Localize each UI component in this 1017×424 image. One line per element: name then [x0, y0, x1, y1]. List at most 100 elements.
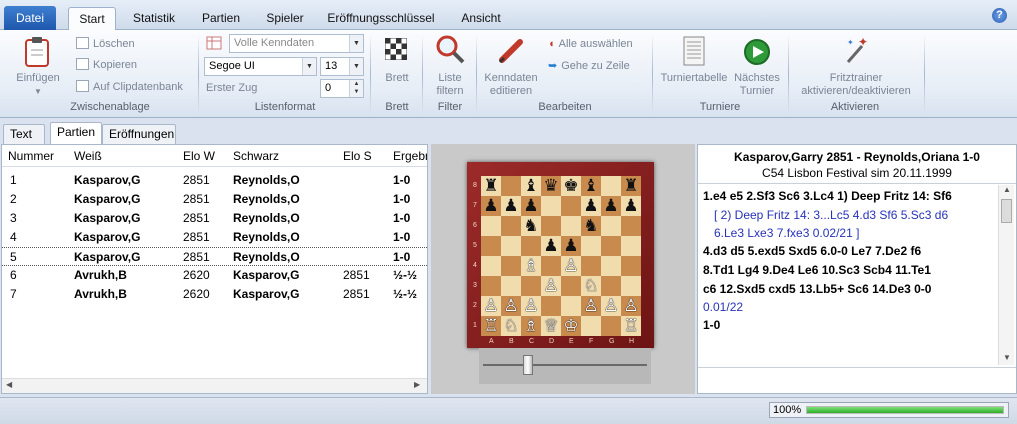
- board-square[interactable]: ♙: [501, 296, 521, 316]
- board-square[interactable]: ♟: [561, 236, 581, 256]
- board-square[interactable]: [601, 176, 621, 196]
- board-square[interactable]: ♗: [521, 316, 541, 336]
- tab-statistik[interactable]: Statistik: [124, 7, 184, 30]
- table-row[interactable]: 7 Avrukh,B 2620 Kasparov,G 2851 ½-½: [2, 285, 427, 304]
- chess-piece-icon[interactable]: ♙: [563, 256, 578, 276]
- table-row[interactable]: 5 Kasparov,G 2851 Reynolds,O 1-0: [2, 247, 427, 266]
- file-menu-button[interactable]: Datei: [4, 6, 56, 30]
- chess-piece-icon[interactable]: ♙: [623, 296, 638, 316]
- chess-piece-icon[interactable]: ♗: [523, 256, 538, 276]
- chess-piece-icon[interactable]: ♟: [583, 196, 598, 216]
- board-square[interactable]: [521, 236, 541, 256]
- chess-piece-icon[interactable]: ♙: [483, 296, 498, 316]
- col-result[interactable]: Ergebn: [393, 149, 427, 163]
- chess-piece-icon[interactable]: ♙: [523, 296, 538, 316]
- board-square[interactable]: [601, 216, 621, 236]
- table-row[interactable]: 2 Kasparov,G 2851 Reynolds,O 1-0: [2, 190, 427, 209]
- board-square[interactable]: ♝: [521, 176, 541, 196]
- board-square[interactable]: ♚: [561, 176, 581, 196]
- board-square[interactable]: [541, 216, 561, 236]
- board-square[interactable]: [541, 196, 561, 216]
- board-square[interactable]: [561, 216, 581, 236]
- board-square[interactable]: ♙: [601, 296, 621, 316]
- board-square[interactable]: ♗: [521, 256, 541, 276]
- board-square[interactable]: [561, 276, 581, 296]
- tab-eroeffnungsschluessel[interactable]: Eröffnungsschlüssel: [322, 7, 440, 30]
- notation-line[interactable]: 1.e4 e5 2.Sf3 Sc6 3.Lc4 1) Deep Fritz 14…: [703, 187, 952, 205]
- chess-piece-icon[interactable]: ♖: [483, 316, 498, 336]
- tab-start[interactable]: Start: [68, 7, 116, 31]
- board-square[interactable]: [501, 276, 521, 296]
- horizontal-scrollbar[interactable]: ◀ ▶: [2, 378, 427, 393]
- chess-piece-icon[interactable]: ♖: [623, 316, 638, 336]
- board-square[interactable]: [481, 236, 501, 256]
- chess-piece-icon[interactable]: ♘: [583, 276, 598, 296]
- chess-piece-icon[interactable]: ♚: [563, 176, 578, 196]
- select-all-button[interactable]: ◖ Alle auswählen: [548, 36, 633, 52]
- col-black[interactable]: Schwarz: [233, 149, 279, 163]
- slider-thumb[interactable]: [523, 355, 533, 375]
- board-square[interactable]: [501, 216, 521, 236]
- board-square[interactable]: ♟: [521, 196, 541, 216]
- board-square[interactable]: [481, 276, 501, 296]
- board-square[interactable]: [621, 236, 641, 256]
- board-square[interactable]: [621, 216, 641, 236]
- board-square[interactable]: [561, 296, 581, 316]
- board-square[interactable]: [601, 236, 621, 256]
- filter-list-button[interactable]: Liste filtern: [428, 34, 472, 98]
- board-square[interactable]: [601, 316, 621, 336]
- table-row[interactable]: 1 Kasparov,G 2851 Reynolds,O 1-0: [2, 171, 427, 190]
- panel-tab-games[interactable]: Partien: [50, 122, 102, 144]
- col-white[interactable]: Weiß: [74, 149, 102, 163]
- chess-piece-icon[interactable]: ♝: [523, 176, 538, 196]
- move-slider[interactable]: [479, 348, 651, 384]
- scroll-up-icon[interactable]: ▲: [1003, 185, 1011, 194]
- board-square[interactable]: [581, 316, 601, 336]
- board-square[interactable]: ♙: [581, 296, 601, 316]
- chess-piece-icon[interactable]: ♘: [503, 316, 518, 336]
- board-square[interactable]: [481, 256, 501, 276]
- fritztrainer-button[interactable]: ✦ ✦ Fritztrainer aktivieren/deaktivieren: [794, 34, 918, 98]
- board-square[interactable]: [601, 276, 621, 296]
- board-button[interactable]: Brett: [376, 36, 418, 92]
- board-square[interactable]: ♟: [601, 196, 621, 216]
- scroll-down-icon[interactable]: ▼: [1003, 353, 1011, 362]
- chess-piece-icon[interactable]: ♟: [483, 196, 498, 216]
- chess-piece-icon[interactable]: ♕: [543, 316, 558, 336]
- board-square[interactable]: [521, 276, 541, 296]
- chess-piece-icon[interactable]: ♟: [603, 196, 618, 216]
- columns-select[interactable]: Volle Kenndaten ▼: [229, 34, 364, 53]
- delete-button[interactable]: Löschen: [76, 36, 135, 52]
- board-square[interactable]: ♙: [541, 276, 561, 296]
- board-square[interactable]: [501, 256, 521, 276]
- next-tournament-button[interactable]: Nächstes Turnier: [732, 34, 782, 98]
- notation-variation[interactable]: 6.Le3 Lxe3 7.fxe3 0.02/21 ]: [714, 224, 859, 242]
- chess-piece-icon[interactable]: ♙: [503, 296, 518, 316]
- panel-tab-openings[interactable]: Eröffnungen: [102, 124, 176, 144]
- board-square[interactable]: ♛: [541, 176, 561, 196]
- tab-spieler[interactable]: Spieler: [258, 7, 312, 30]
- board-square[interactable]: ♜: [481, 176, 501, 196]
- copy-button[interactable]: Kopieren: [76, 57, 137, 73]
- board-square[interactable]: ♘: [581, 276, 601, 296]
- tab-partien[interactable]: Partien: [192, 7, 250, 30]
- notation-variation[interactable]: [ 2) Deep Fritz 14: 3...Lc5 4.d3 Sf6 5.S…: [714, 206, 948, 224]
- edit-header-button[interactable]: Kenndaten editieren: [480, 34, 542, 98]
- chess-piece-icon[interactable]: ♜: [483, 176, 498, 196]
- vertical-scrollbar[interactable]: ▲ ▼: [998, 185, 1014, 365]
- board-square[interactable]: [481, 216, 501, 236]
- board-square[interactable]: ♟: [541, 236, 561, 256]
- col-elo-white[interactable]: Elo W: [183, 149, 215, 163]
- panel-tab-text[interactable]: Text: [3, 124, 45, 144]
- board-square[interactable]: [621, 276, 641, 296]
- notation-evaluation[interactable]: 0.01/22: [703, 298, 743, 316]
- tournament-table-button[interactable]: Turniertabelle: [658, 34, 730, 98]
- board-square[interactable]: ♞: [581, 216, 601, 236]
- paste-button[interactable]: Einfügen ▼: [16, 36, 60, 96]
- table-row[interactable]: 6 Avrukh,B 2620 Kasparov,G 2851 ½-½: [2, 266, 427, 285]
- notation-line[interactable]: c6 12.Sxd5 cxd5 13.Lb5+ Sc6 14.De3 0-0: [703, 280, 931, 298]
- board-square[interactable]: ♖: [481, 316, 501, 336]
- chessboard[interactable]: ♜ ♝ ♛ ♚ ♝ ♜ ♟ ♟ ♟ ♟ ♟ ♟ ♞ ♞ ♟ ♟ ♗ ♙ ♙ ♘ ♙ ♙ ♙ ♙ ♙ ♙ ♖ ♘ ♗ ♕ ♔ ♖ 8 7 6 5 4 3 2 1…: [473, 176, 641, 345]
- chess-piece-icon[interactable]: ♞: [583, 216, 598, 236]
- board-square[interactable]: ♜: [621, 176, 641, 196]
